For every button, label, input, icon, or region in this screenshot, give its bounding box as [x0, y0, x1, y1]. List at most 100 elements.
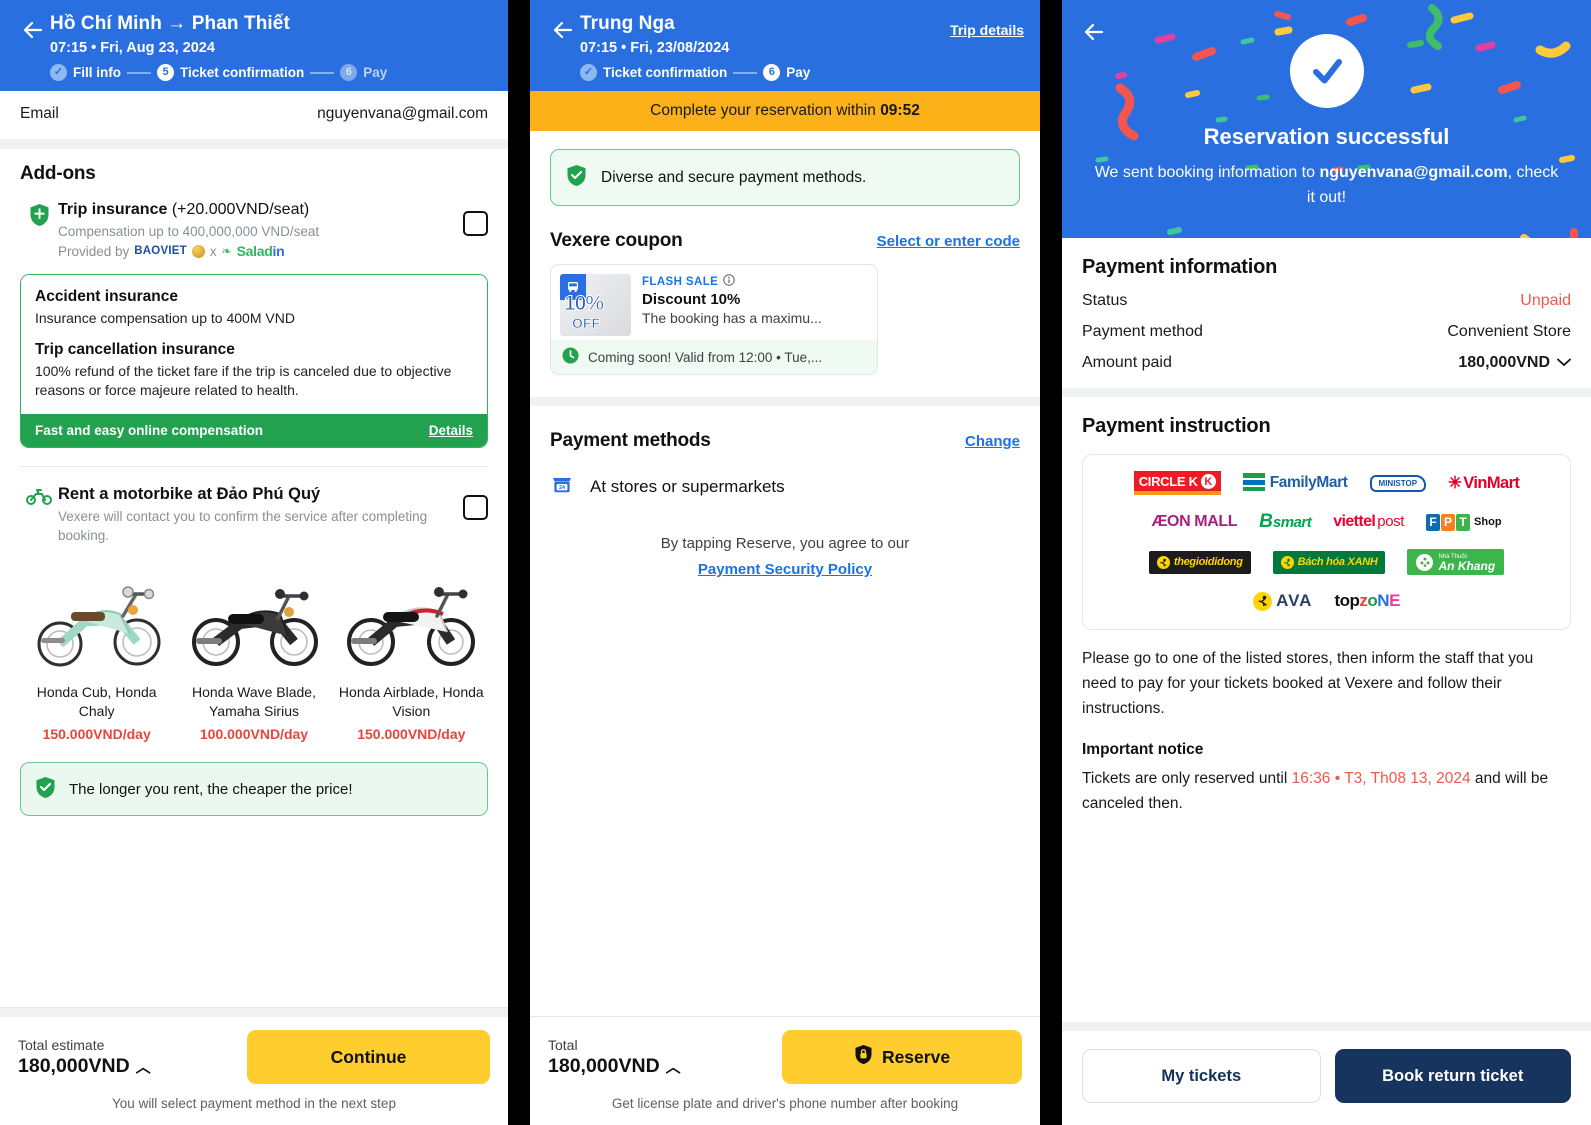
motorbike-checkbox[interactable] [463, 495, 488, 520]
bsmart-b-icon: B [1259, 511, 1273, 532]
chevron-down-icon[interactable] [1557, 354, 1571, 372]
payment-security-policy-link[interactable]: Payment Security Policy [698, 561, 872, 578]
cancellation-insurance-desc: 100% refund of the ticket fare if the tr… [35, 363, 452, 398]
back-arrow-icon[interactable] [546, 12, 580, 42]
three-panel-screenshot: Hồ Chí Minh → Phan Thiết 07:15 • Fri, Au… [0, 0, 1591, 1125]
baoviet-globe-icon [191, 244, 205, 258]
motorbike-option[interactable]: Honda Wave Blade, Yamaha Sirius 100.000V… [177, 561, 330, 742]
clock-icon [562, 347, 579, 367]
store-icon: 24 [550, 472, 574, 501]
accident-insurance-desc: Insurance compensation up to 400M VND [35, 310, 295, 326]
ministop-label2: STOP [1395, 478, 1418, 488]
topzone-label-e: E [1389, 591, 1400, 610]
footer-divider [1062, 1022, 1591, 1031]
change-payment-link[interactable]: Change [965, 433, 1020, 450]
amount-paid-amount: 180,000VND [1458, 354, 1550, 371]
status-badge: Unpaid [1520, 292, 1571, 309]
panel-ticket-confirmation: Hồ Chí Minh → Phan Thiết 07:15 • Fri, Au… [0, 0, 508, 1125]
panel2-content: Diverse and secure payment methods. Vexe… [530, 131, 1040, 1016]
viettel-label: viettel [1333, 513, 1376, 530]
step-badge: 6 [763, 64, 781, 81]
store-logo-ministop: MINI STOP [1369, 474, 1427, 492]
trip-insurance-compensation: Compensation up to 400,000,000 VND/seat [58, 224, 320, 239]
step-label: Ticket confirmation [180, 65, 305, 80]
info-row-payment-method: Payment method Convenient Store [1082, 323, 1571, 341]
payment-methods-header: Payment methods Change [530, 430, 1040, 452]
info-row-amount-paid[interactable]: Amount paid 180,000VND [1082, 354, 1571, 372]
motorbike-row[interactable]: Rent a motorbike at Đảo Phú Quý Vexere w… [20, 485, 488, 545]
step-label: Pay [786, 65, 811, 80]
shield-check-icon [566, 164, 587, 191]
success-header: Reservation successful We sent booking i… [1062, 0, 1591, 238]
step-ticket-confirmation[interactable]: ✓ Ticket confirmation [580, 64, 727, 81]
trip-insurance-row[interactable]: Trip insurance (+20.000VND/seat) Compens… [20, 201, 488, 259]
reserve-button[interactable]: Reserve [782, 1030, 1022, 1084]
timer-prefix: Complete your reservation within [650, 102, 876, 119]
back-arrow-icon[interactable] [16, 12, 50, 42]
step-badge: 5 [157, 64, 174, 81]
important-notice-title: Important notice [1082, 741, 1204, 758]
motorbike-option[interactable]: Honda Airblade, Honda Vision 150.000VND/… [335, 561, 488, 742]
email-label: Email [20, 105, 59, 122]
step-pay[interactable]: 6 Pay [763, 64, 810, 81]
store-logo-ava: AVA [1253, 591, 1312, 611]
store-logo-vinmart: ✳ VinMart [1448, 474, 1520, 493]
payment-method-label: At stores or supermarkets [590, 476, 785, 496]
payment-method-row[interactable]: 24 At stores or supermarkets [530, 472, 1040, 501]
circle-k-label: CIRCLE K [1138, 474, 1198, 489]
amount-paid-label: Amount paid [1082, 354, 1172, 371]
motorbike-option[interactable]: Honda Cub, Honda Chaly 150.000VND/day [20, 561, 173, 742]
amount-paid-value[interactable]: 180,000VND [1458, 354, 1571, 372]
panel3-content: Payment information Status Unpaid Paymen… [1062, 238, 1591, 1022]
total-block[interactable]: Total 180,000VND ︿ [548, 1037, 681, 1078]
total-label: Total [548, 1036, 578, 1053]
familymart-label: FamilyMart [1269, 474, 1348, 491]
trip-insurance-checkbox[interactable] [463, 211, 488, 236]
chevron-up-icon[interactable]: ︿ [666, 1056, 681, 1077]
divider [20, 466, 488, 467]
total-value[interactable]: 180,000VND ︿ [548, 1055, 681, 1078]
book-return-ticket-button[interactable]: Book return ticket [1334, 1049, 1571, 1103]
payment-instruction-title: Payment instruction [1082, 415, 1271, 437]
topzone-label-top: top [1334, 591, 1360, 610]
panel2-header: Trip details Trung Nga 07:15 • Fri, 23/0… [530, 0, 1040, 91]
store-logo-row: AVA top z o N E [1095, 591, 1558, 611]
cancellation-insurance-title: Trip cancellation insurance [35, 341, 235, 358]
motorbike-name: Honda Wave Blade, Yamaha Sirius [191, 684, 316, 719]
continue-button[interactable]: Continue [247, 1030, 490, 1084]
trip-insurance-title: Trip insurance (+20.000VND/seat) [58, 201, 451, 219]
step-pay[interactable]: 6 Pay [340, 64, 387, 81]
total-estimate-block[interactable]: Total estimate 180,000VND ︿ [18, 1037, 151, 1078]
back-arrow-icon[interactable] [1082, 20, 1106, 49]
store-logo-thegioididong: thegioididong [1148, 550, 1251, 574]
insurance-details-link[interactable]: Details [429, 423, 473, 438]
an-khang-label: An Khang [1438, 559, 1496, 573]
motorbike-desc: Vexere will contact you to confirm the s… [58, 509, 428, 543]
footer-divider [0, 1008, 508, 1017]
total-estimate-label: Total estimate [18, 1036, 105, 1053]
accident-insurance-title: Accident insurance [35, 288, 178, 305]
motorbike-title: Rent a motorbike at Đảo Phú Quý [58, 485, 321, 503]
status-label: Status [1082, 292, 1128, 309]
step-fill-info[interactable]: ✓ Fill info [50, 64, 121, 81]
step-badge: ✓ [580, 64, 597, 81]
total-amount: 180,000VND [548, 1054, 660, 1077]
saladin-logo: Saladin [236, 243, 285, 259]
store-logo-row: CIRCLE KK FamilyMart MINI STOP ✳ VinMart [1095, 471, 1558, 495]
payment-information-title: Payment information [1082, 256, 1278, 278]
coupon-section-header: Vexere coupon Select or enter code [530, 230, 1040, 252]
step-ticket-confirmation[interactable]: 5 Ticket confirmation [157, 64, 304, 81]
chevron-up-icon[interactable]: ︿ [136, 1056, 151, 1077]
motorbike-photo-wave [177, 561, 330, 677]
total-estimate-amount: 180,000VND [18, 1054, 130, 1077]
my-tickets-button[interactable]: My tickets [1082, 1049, 1321, 1103]
check-circle-icon [1289, 34, 1364, 108]
step-label: Ticket confirmation [603, 65, 728, 80]
trip-details-link[interactable]: Trip details [950, 22, 1024, 38]
ava-runner-icon [1253, 591, 1273, 611]
coupon-card[interactable]: 10% OFF FLASH SALE Discount 10% The book… [550, 264, 878, 375]
select-enter-code-link[interactable]: Select or enter code [877, 233, 1020, 250]
total-estimate-value[interactable]: 180,000VND ︿ [18, 1055, 151, 1078]
info-icon[interactable] [723, 274, 735, 289]
panel1-footer: Total estimate 180,000VND ︿ Continue You… [0, 1007, 508, 1125]
